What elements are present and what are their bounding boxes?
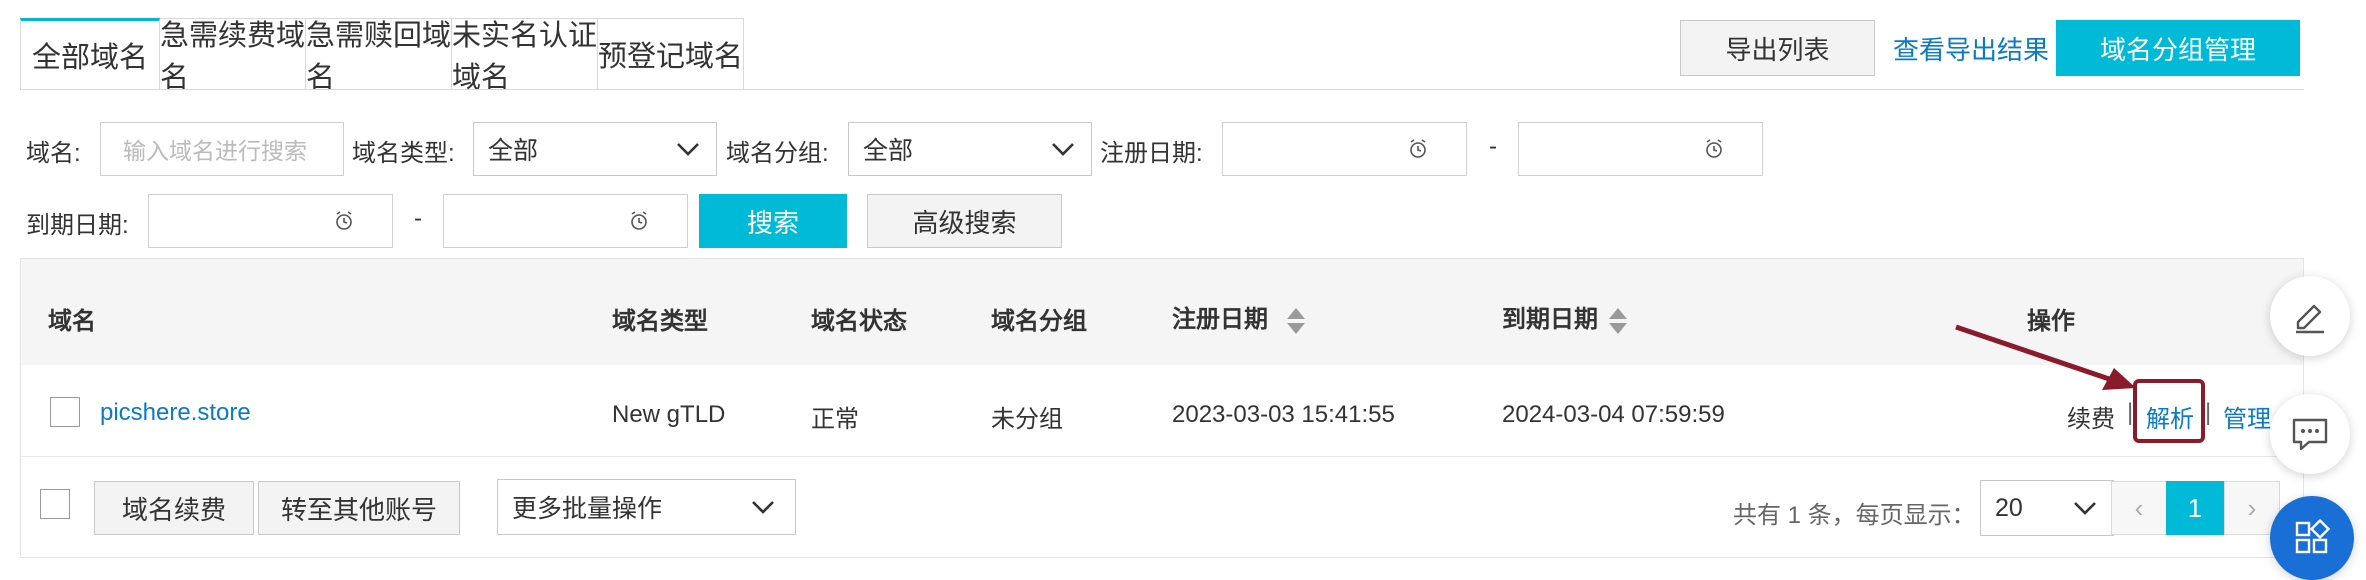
renew-action-link[interactable]: 续费 (2067, 399, 2115, 434)
tab-label: 急需续费域名 (160, 20, 306, 94)
search-button[interactable]: 搜索 (699, 194, 847, 248)
tab-urgent-renewal[interactable]: 急需续费域名 (160, 18, 306, 94)
edit-icon (2296, 304, 2324, 334)
current-page-label: 1 (2187, 492, 2203, 523)
view-export-results-link[interactable]: 查看导出结果 (1893, 30, 2049, 67)
page-1-button[interactable]: 1 (2166, 481, 2224, 535)
domain-search-input[interactable]: 输入域名进行搜索 (100, 122, 344, 176)
tab-all-domains[interactable]: 全部域名 (20, 18, 160, 90)
column-header-domain: 域名 (48, 308, 96, 335)
export-list-button[interactable]: 导出列表 (1680, 20, 1875, 76)
highlight-box (2133, 379, 2205, 443)
select-all-checkbox[interactable] (40, 489, 70, 519)
advanced-search-button[interactable]: 高级搜索 (867, 194, 1062, 248)
exp-date-label: 到期日期: (26, 212, 129, 239)
tab-label: 急需赎回域名 (306, 20, 452, 94)
domain-type-select[interactable]: 全部 (473, 122, 717, 176)
row-divider (21, 456, 2303, 457)
manage-action-link[interactable]: 管理 (2223, 399, 2271, 434)
column-header-group: 域名分组 (991, 308, 1087, 335)
group-management-label: 域名分组管理 (2099, 34, 2256, 65)
reg-date-end-input[interactable] (1518, 122, 1763, 176)
sort-icon[interactable] (1607, 306, 1629, 336)
annotation-arrow-icon (1955, 324, 2136, 390)
exp-date-cell: 2024-03-04 07:59:59 (1502, 401, 1725, 428)
transfer-account-button[interactable]: 转至其他账号 (258, 481, 460, 535)
reg-date-cell: 2023-03-03 15:41:55 (1172, 401, 1395, 428)
domain-group-label: 域名分组: (726, 140, 829, 167)
domain-group-select[interactable]: 全部 (848, 122, 1092, 176)
action-separator: | (2205, 399, 2212, 426)
sort-icon[interactable] (1285, 306, 1307, 336)
reg-date-start-input[interactable] (1222, 122, 1467, 176)
bulk-operations-select[interactable]: 更多批量操作 (497, 479, 796, 535)
transfer-account-label: 转至其他账号 (280, 494, 437, 525)
column-header-reg-date[interactable]: 注册日期 (1172, 299, 1307, 336)
group-management-button[interactable]: 域名分组管理 (2056, 20, 2300, 76)
domain-search-placeholder: 输入域名进行搜索 (123, 138, 307, 164)
search-button-label: 搜索 (746, 207, 799, 238)
tab-bar: 全部域名 急需续费域名 急需赎回域名 未实名认证域名 预登记域名 (20, 18, 744, 94)
reg-date-range-separator: - (1489, 133, 1497, 160)
page-size-select[interactable]: 20 (1980, 480, 2114, 536)
clock-icon (1410, 139, 1426, 158)
prev-page-button[interactable]: ‹ (2111, 481, 2167, 535)
tab-label: 未实名认证域名 (452, 20, 598, 94)
chevron-down-icon (752, 501, 774, 514)
tab-label: 全部域名 (31, 42, 148, 74)
clock-icon (631, 211, 647, 230)
chat-icon (2292, 418, 2328, 451)
pagination-summary: 共有 1 条，每页显示： (1733, 502, 1976, 529)
domain-type-cell: New gTLD (612, 401, 726, 428)
next-page-icon: › (2247, 492, 2257, 523)
apps-float-button[interactable] (2270, 496, 2354, 580)
domain-group-cell: 未分组 (991, 406, 1063, 433)
chevron-down-icon (677, 143, 699, 156)
bulk-renew-button[interactable]: 域名续费 (94, 481, 254, 535)
reg-date-header-label: 注册日期 (1172, 306, 1268, 333)
domain-label: 域名: (26, 140, 81, 167)
row-checkbox[interactable] (50, 397, 80, 427)
clock-icon (336, 211, 352, 230)
exp-date-header-label: 到期日期 (1502, 306, 1598, 333)
column-header-type: 域名类型 (612, 308, 708, 335)
tab-urgent-redemption[interactable]: 急需赎回域名 (306, 18, 452, 94)
chevron-down-icon (2074, 502, 2096, 515)
apps-icon (2295, 518, 2331, 554)
export-list-label: 导出列表 (1725, 34, 1830, 65)
tab-pre-registered[interactable]: 预登记域名 (598, 18, 744, 90)
page-size-value: 20 (1995, 493, 2023, 522)
clock-icon (1706, 139, 1722, 158)
exp-date-range-separator: - (414, 205, 422, 232)
chat-float-button[interactable] (2270, 394, 2350, 474)
exp-date-start-input[interactable] (148, 194, 393, 248)
tab-label: 预登记域名 (598, 41, 744, 73)
domain-status-cell: 正常 (811, 406, 859, 433)
domain-group-value: 全部 (863, 137, 914, 165)
edit-float-button[interactable] (2270, 276, 2350, 356)
chevron-down-icon (1052, 143, 1074, 156)
reg-date-label: 注册日期: (1100, 140, 1203, 167)
bulk-renew-label: 域名续费 (121, 494, 226, 525)
prev-page-icon: ‹ (2134, 492, 2144, 523)
column-header-exp-date[interactable]: 到期日期 (1502, 299, 1629, 336)
column-header-status: 域名状态 (811, 308, 907, 335)
tab-unverified[interactable]: 未实名认证域名 (452, 18, 598, 94)
domain-type-label: 域名类型: (352, 140, 455, 167)
bulk-operations-value: 更多批量操作 (512, 495, 663, 523)
domain-name-link[interactable]: picshere.store (100, 399, 251, 427)
advanced-search-label: 高级搜索 (912, 207, 1017, 238)
domain-type-value: 全部 (488, 137, 539, 165)
exp-date-end-input[interactable] (443, 194, 688, 248)
tab-divider (20, 89, 2304, 90)
